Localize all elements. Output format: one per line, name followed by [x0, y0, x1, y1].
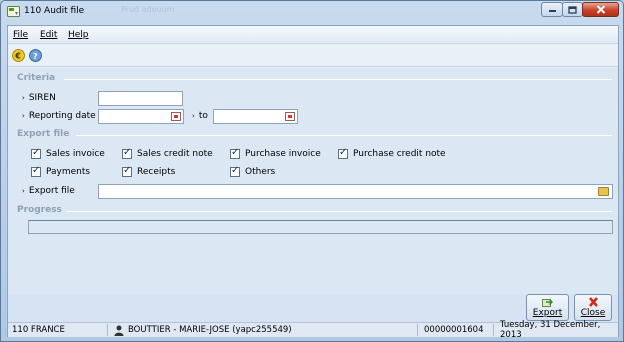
menu-bar: File Edit Help — [8, 26, 618, 44]
reporting-date-input[interactable] — [98, 109, 184, 124]
close-icon — [596, 5, 605, 14]
menu-edit-label: Edit — [40, 30, 58, 40]
title-bar[interactable]: 110 Audit file Prud adeuum — [1, 1, 623, 23]
siren-label: › SIREN — [22, 93, 56, 103]
checkbox-label: Payments — [46, 167, 91, 177]
help-icon[interactable]: ? — [29, 49, 42, 62]
reporting-date-label: › Reporting date — [22, 111, 96, 121]
checkbox-label: Sales invoice — [46, 149, 105, 159]
menu-help[interactable]: Help — [68, 30, 89, 40]
close-window-button[interactable] — [582, 2, 619, 17]
minimize-button[interactable] — [541, 2, 563, 17]
close-button-label: Close — [580, 308, 606, 318]
checkbox-box[interactable] — [338, 147, 348, 159]
menu-file[interactable]: File — [13, 30, 28, 40]
minimize-icon — [548, 10, 556, 12]
criteria-section-title: Criteria — [17, 73, 56, 83]
window-client-area: File Edit Help € ? Criteria › SIREN › Repo… — [7, 25, 619, 340]
progress-section-title: Progress — [17, 205, 62, 215]
to-date-input[interactable] — [213, 109, 298, 124]
export-icon — [542, 298, 553, 307]
checkbox-label: Receipts — [137, 167, 176, 177]
to-label: › to — [192, 111, 208, 121]
export-file-section-title: Export file — [17, 129, 70, 139]
checkbox-sales-invoice[interactable]: Sales invoice — [31, 147, 105, 159]
calendar-icon[interactable] — [285, 112, 295, 121]
status-number: 00000001604 — [420, 324, 494, 336]
maximize-button[interactable] — [562, 2, 583, 17]
toolbar: € ? — [8, 45, 618, 67]
checkbox-label: Others — [245, 167, 276, 177]
export-file-input[interactable] — [98, 184, 613, 199]
export-button-label: Export — [532, 308, 563, 318]
svg-text:€: € — [14, 52, 21, 61]
progress-bar — [28, 220, 613, 234]
export-button[interactable]: Export — [526, 294, 569, 321]
export-file-label-text: Export file — [28, 186, 75, 196]
checkbox-box[interactable] — [31, 147, 41, 159]
status-company: 110 FRANCE — [8, 324, 108, 336]
background-tab: Prud adeuum — [121, 5, 175, 14]
window-app-icon — [7, 6, 20, 17]
checkbox-receipts[interactable]: Receipts — [122, 165, 176, 177]
checkbox-label: Purchase credit note — [353, 149, 446, 159]
calendar-icon[interactable] — [171, 112, 181, 121]
to-label-text: to — [198, 111, 208, 121]
folder-browse-icon[interactable] — [598, 187, 609, 196]
checkbox-sales-credit-note[interactable]: Sales credit note — [122, 147, 213, 159]
maximize-icon — [568, 5, 577, 14]
siren-label-text: SIREN — [28, 93, 56, 103]
close-button[interactable]: Close — [574, 294, 612, 321]
audit-file-window: 110 Audit file Prud adeuum File Edit Hel… — [0, 0, 624, 342]
close-red-x-icon — [588, 297, 598, 307]
menu-help-label: Help — [68, 30, 89, 40]
button-bar: Export Close — [8, 294, 618, 322]
checkbox-label: Purchase invoice — [245, 149, 321, 159]
export-file-label: › Export file — [22, 186, 75, 196]
checkbox-label: Sales credit note — [137, 149, 213, 159]
status-user: BOUTTIER - MARIE-JOSE (yapc255549) — [110, 324, 418, 336]
checkbox-box[interactable] — [122, 165, 132, 177]
status-user-text: BOUTTIER - MARIE-JOSE (yapc255549) — [128, 325, 292, 335]
criteria-divider — [64, 79, 612, 80]
checkbox-payments[interactable]: Payments — [31, 165, 91, 177]
status-bar: 110 FRANCE BOUTTIER - MARIE-JOSE (yapc25… — [8, 320, 618, 340]
checkbox-box[interactable] — [230, 165, 240, 177]
reporting-date-label-text: Reporting date — [28, 111, 96, 121]
svg-text:?: ? — [33, 52, 38, 61]
status-date: Tuesday, 31 December, 2013 — [500, 320, 601, 340]
checkbox-box[interactable] — [31, 165, 41, 177]
checkbox-box[interactable] — [230, 147, 240, 159]
menu-file-label: File — [13, 30, 29, 40]
menu-edit[interactable]: Edit — [40, 30, 57, 40]
window-title: 110 Audit file — [24, 6, 85, 16]
form-area: Criteria › SIREN › Reporting date › to Expo… — [8, 68, 618, 294]
export-file-divider — [76, 135, 612, 136]
user-icon — [114, 325, 124, 336]
checkbox-purchase-invoice[interactable]: Purchase invoice — [230, 147, 321, 159]
checkbox-box[interactable] — [122, 147, 132, 159]
progress-divider — [66, 211, 612, 212]
checkbox-purchase-credit-note[interactable]: Purchase credit note — [338, 147, 446, 159]
euro-icon[interactable]: € — [12, 49, 25, 62]
siren-input[interactable] — [98, 91, 183, 106]
checkbox-others[interactable]: Others — [230, 165, 276, 177]
